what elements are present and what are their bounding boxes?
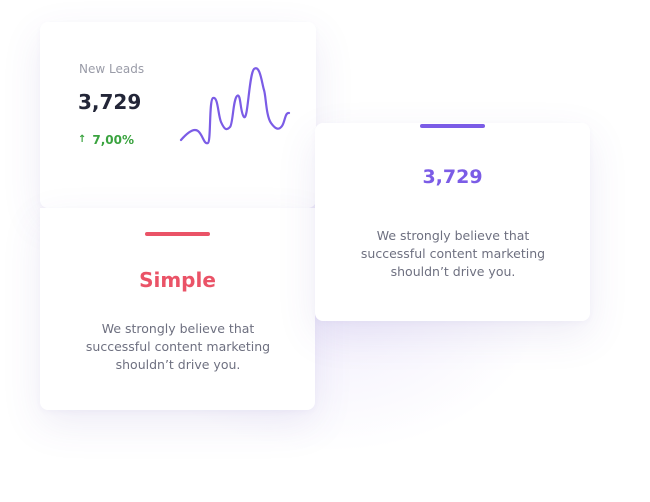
simple-description: We strongly believe that successful cont…	[85, 321, 271, 372]
accent-bar	[145, 232, 210, 236]
stat-description: We strongly believe that successful cont…	[360, 228, 546, 279]
new-leads-change-value: 7,00%	[92, 133, 135, 147]
arrow-up-icon: ↑	[78, 134, 87, 145]
simple-card: Simple We strongly believe that successf…	[40, 208, 315, 410]
sparkline-line	[179, 67, 291, 145]
new-leads-label: New Leads	[79, 62, 145, 76]
new-leads-sparkline	[179, 67, 291, 145]
stat-card: 3,729 We strongly believe that successfu…	[315, 123, 590, 321]
new-leads-card: New Leads 3,729 ↑ 7,00%	[40, 22, 316, 208]
accent-bar	[420, 124, 485, 128]
stat-title: 3,729	[422, 166, 483, 188]
new-leads-value: 3,729	[78, 90, 142, 114]
simple-title: Simple	[139, 268, 216, 292]
new-leads-change: ↑ 7,00%	[78, 133, 134, 147]
